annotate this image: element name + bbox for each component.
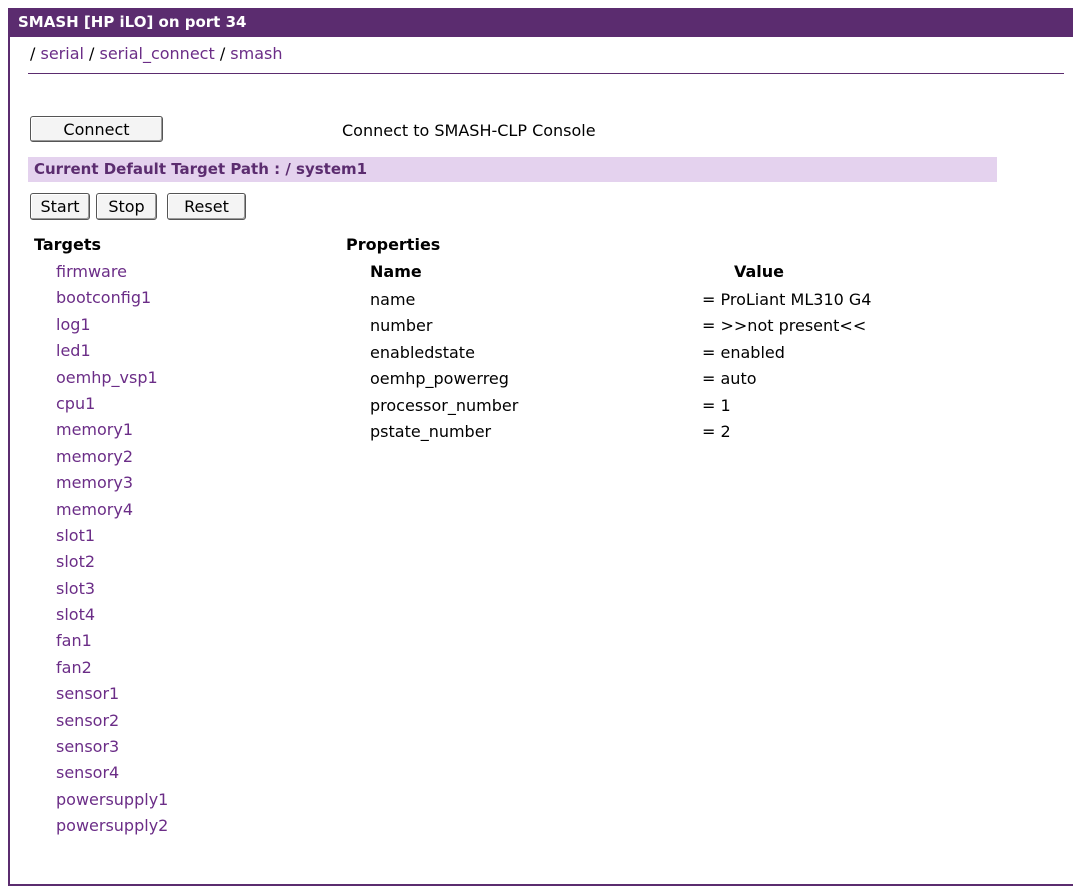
property-name: oemhp_powerreg [370, 369, 509, 389]
target-link-led1[interactable]: led1 [56, 340, 168, 366]
property-value: = auto [702, 369, 757, 389]
target-link-memory2[interactable]: memory2 [56, 446, 168, 472]
property-value: = 2 [702, 421, 731, 441]
target-link-log1[interactable]: log1 [56, 314, 168, 340]
window-title: SMASH [HP iLO] on port 34 [8, 8, 1073, 37]
breadcrumb-separator: / [30, 44, 36, 63]
property-name: name [370, 290, 416, 309]
property-value: = >>not present<< [702, 316, 867, 336]
target-path-bar: Current Default Target Path : / system1 [28, 157, 997, 182]
property-value: = ProLiant ML310 G4 [702, 290, 872, 309]
connect-description: Connect to SMASH-CLP Console [342, 121, 596, 140]
name-column-header: Name [370, 262, 422, 281]
target-link-sensor2[interactable]: sensor2 [56, 710, 168, 736]
value-column-header: Value [734, 262, 785, 281]
breadcrumb-separator: / [214, 44, 231, 63]
targets-list: firmware bootconfig1 log1 led1 oemhp_vsp… [56, 261, 168, 842]
breadcrumb: / serial / serial_connect / smash [30, 44, 283, 63]
target-link-sensor1[interactable]: sensor1 [56, 683, 168, 709]
targets-heading: Targets [34, 235, 102, 254]
target-link-slot2[interactable]: slot2 [56, 551, 168, 577]
property-name: pstate_number [370, 421, 492, 441]
target-link-slot3[interactable]: slot3 [56, 578, 168, 604]
target-link-sensor4[interactable]: sensor4 [56, 762, 168, 788]
divider [28, 73, 1064, 74]
property-name: number [370, 316, 433, 336]
breadcrumb-separator: / [83, 44, 100, 63]
stop-button[interactable]: Stop [96, 193, 157, 220]
target-link-memory4[interactable]: memory4 [56, 499, 168, 525]
breadcrumb-serial[interactable]: serial [40, 44, 83, 63]
target-link-oemhp-vsp1[interactable]: oemhp_vsp1 [56, 367, 168, 393]
target-link-sensor3[interactable]: sensor3 [56, 736, 168, 762]
target-link-bootconfig1[interactable]: bootconfig1 [56, 287, 168, 313]
target-link-slot4[interactable]: slot4 [56, 604, 168, 630]
start-button[interactable]: Start [30, 193, 90, 220]
target-link-fan1[interactable]: fan1 [56, 630, 168, 656]
target-link-memory3[interactable]: memory3 [56, 472, 168, 498]
property-value: = enabled [702, 342, 785, 362]
breadcrumb-smash[interactable]: smash [230, 44, 282, 63]
properties-heading: Properties [346, 235, 441, 254]
target-link-firmware[interactable]: firmware [56, 261, 168, 287]
target-link-powersupply1[interactable]: powersupply1 [56, 789, 168, 815]
target-link-fan2[interactable]: fan2 [56, 657, 168, 683]
property-values: = ProLiant ML310 G4 = >>not present<< = … [702, 289, 871, 447]
property-name: enabledstate [370, 342, 475, 362]
target-link-slot1[interactable]: slot1 [56, 525, 168, 551]
property-value: = 1 [702, 395, 731, 415]
reset-button[interactable]: Reset [167, 193, 246, 220]
breadcrumb-serial-connect[interactable]: serial_connect [100, 44, 215, 63]
property-name: processor_number [370, 395, 519, 415]
property-names: name number enabledstate oemhp_powerreg … [370, 289, 518, 447]
target-link-memory1[interactable]: memory1 [56, 419, 168, 445]
target-link-cpu1[interactable]: cpu1 [56, 393, 168, 419]
connect-button[interactable]: Connect [30, 116, 163, 142]
target-link-powersupply2[interactable]: powersupply2 [56, 815, 168, 841]
